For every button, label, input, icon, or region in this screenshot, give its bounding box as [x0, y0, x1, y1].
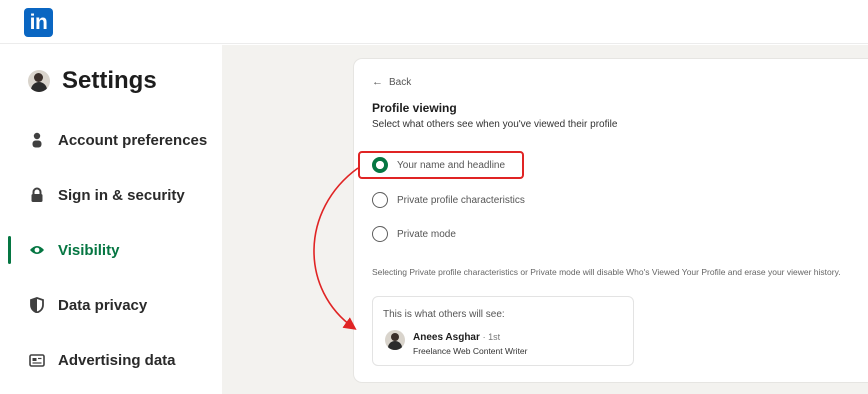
profile-viewing-card: ← Back Profile viewing Select what other… — [354, 59, 868, 382]
option-private-profile-characteristics[interactable]: Private profile characteristics — [372, 190, 525, 210]
eye-icon — [28, 241, 46, 259]
back-label: Back — [389, 76, 412, 88]
avatar[interactable] — [28, 70, 50, 92]
sidebar-item-data-privacy[interactable]: Data privacy — [0, 285, 220, 325]
sidebar-item-visibility[interactable]: Visibility — [0, 230, 220, 270]
radio-selected[interactable] — [372, 157, 388, 173]
sidebar-item-label: Visibility — [58, 241, 120, 259]
top-bar: in — [0, 0, 868, 44]
preview-name: Anees Asghar · 1st — [413, 332, 500, 343]
sidebar-item-label: Sign in & security — [58, 186, 185, 204]
avatar — [385, 330, 405, 350]
sidebar-item-account-preferences[interactable]: Account preferences — [0, 120, 220, 160]
shield-icon — [28, 296, 46, 314]
person-icon — [28, 131, 46, 149]
option-private-mode[interactable]: Private mode — [372, 224, 456, 244]
section-title: Profile viewing — [372, 101, 457, 115]
page-title: Settings — [62, 67, 157, 94]
settings-header: Settings — [28, 65, 157, 97]
sidebar-item-label: Account preferences — [58, 131, 208, 149]
back-button[interactable]: ← Back — [372, 76, 411, 88]
section-subtitle: Select what others see when you've viewe… — [372, 119, 618, 130]
radio-unselected[interactable] — [372, 226, 388, 242]
settings-page: in Settings Account preferences Sign in … — [0, 0, 868, 394]
option-label: Private mode — [397, 228, 456, 240]
lock-icon — [28, 186, 46, 204]
radio-unselected[interactable] — [372, 192, 388, 208]
newspaper-icon — [28, 351, 46, 369]
settings-sidebar: Settings Account preferences Sign in & s… — [0, 45, 220, 394]
sidebar-item-sign-in-security[interactable]: Sign in & security — [0, 175, 220, 215]
sidebar-item-label: Advertising data — [58, 351, 176, 369]
sidebar-item-advertising-data[interactable]: Advertising data — [0, 340, 220, 380]
main-content: ← Back Profile viewing Select what other… — [222, 45, 868, 394]
option-name-and-headline[interactable]: Your name and headline — [372, 155, 505, 175]
preview-card: This is what others will see: Anees Asgh… — [372, 296, 634, 366]
option-label: Private profile characteristics — [397, 194, 525, 206]
connection-degree: · 1st — [482, 332, 501, 342]
option-label: Your name and headline — [397, 159, 506, 171]
member-headline: Freelance Web Content Writer — [413, 346, 528, 356]
arrow-left-icon: ← — [372, 76, 383, 88]
preview-heading: This is what others will see: — [383, 309, 505, 320]
linkedin-logo[interactable]: in — [24, 8, 53, 37]
active-indicator — [8, 236, 11, 264]
member-name: Anees Asghar — [413, 332, 480, 343]
sidebar-item-label: Data privacy — [58, 296, 148, 314]
privacy-note: Selecting Private profile characteristic… — [372, 267, 841, 277]
